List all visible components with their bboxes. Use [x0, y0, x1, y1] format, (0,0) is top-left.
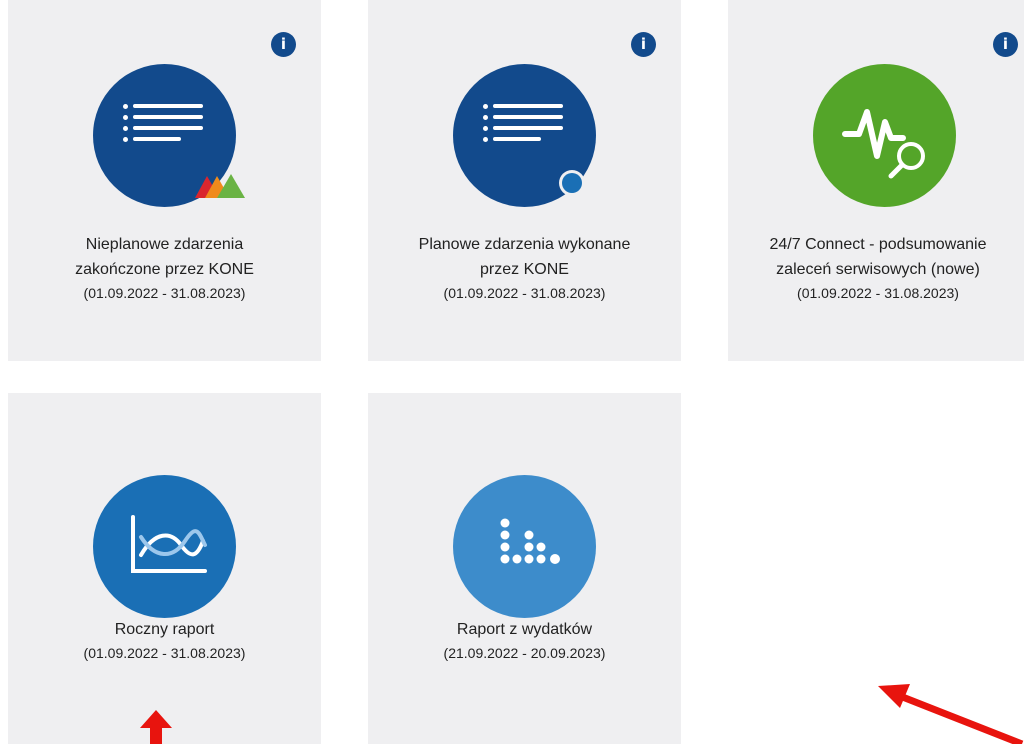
date-range: (21.09.2022 - 20.09.2023): [443, 645, 606, 661]
report-card-planned-events[interactable]: i Planowe zdarzenia wykonane przez KONE …: [368, 0, 681, 361]
report-card-247-connect[interactable]: i 24/7 Connect - podsumowanie zaleceń se…: [728, 0, 1024, 361]
dot-chart-icon: [453, 475, 596, 618]
date-range: (01.09.2022 - 31.08.2023): [797, 285, 959, 301]
date-range: (01.09.2022 - 31.08.2023): [443, 285, 606, 301]
card-title: 24/7 Connect - podsumowanie zaleceń serw…: [728, 232, 1024, 304]
pulse-search-icon: [813, 64, 956, 207]
info-icon[interactable]: i: [631, 32, 656, 57]
report-card-annual-report[interactable]: Roczny raport (01.09.2022 - 31.08.2023): [8, 393, 321, 744]
line-chart-icon: [93, 475, 236, 618]
report-card-expense-report[interactable]: Raport z wydatków (21.09.2022 - 20.09.20…: [368, 393, 681, 744]
red-arrow-diagonal-icon: [878, 684, 1024, 744]
list-icon: [453, 64, 596, 207]
info-icon[interactable]: i: [271, 32, 296, 57]
card-title: Roczny raport (01.09.2022 - 31.08.2023): [8, 617, 321, 664]
list-icon: [93, 64, 245, 207]
card-title: Planowe zdarzenia wykonane przez KONE (0…: [368, 232, 681, 304]
red-arrow-up-icon: [140, 710, 172, 744]
card-title: Nieplanowe zdarzenia zakończone przez KO…: [8, 232, 321, 304]
kone-logo-badge-icon: [195, 174, 245, 198]
card-title: Raport z wydatków (21.09.2022 - 20.09.20…: [368, 617, 681, 664]
report-card-unplanned-events[interactable]: i Nieplanowe zdarzenia zakończone przez …: [8, 0, 321, 361]
blue-dot-badge-icon: [559, 170, 585, 196]
info-icon[interactable]: i: [993, 32, 1018, 57]
date-range: (01.09.2022 - 31.08.2023): [83, 285, 246, 301]
date-range: (01.09.2022 - 31.08.2023): [83, 645, 246, 661]
